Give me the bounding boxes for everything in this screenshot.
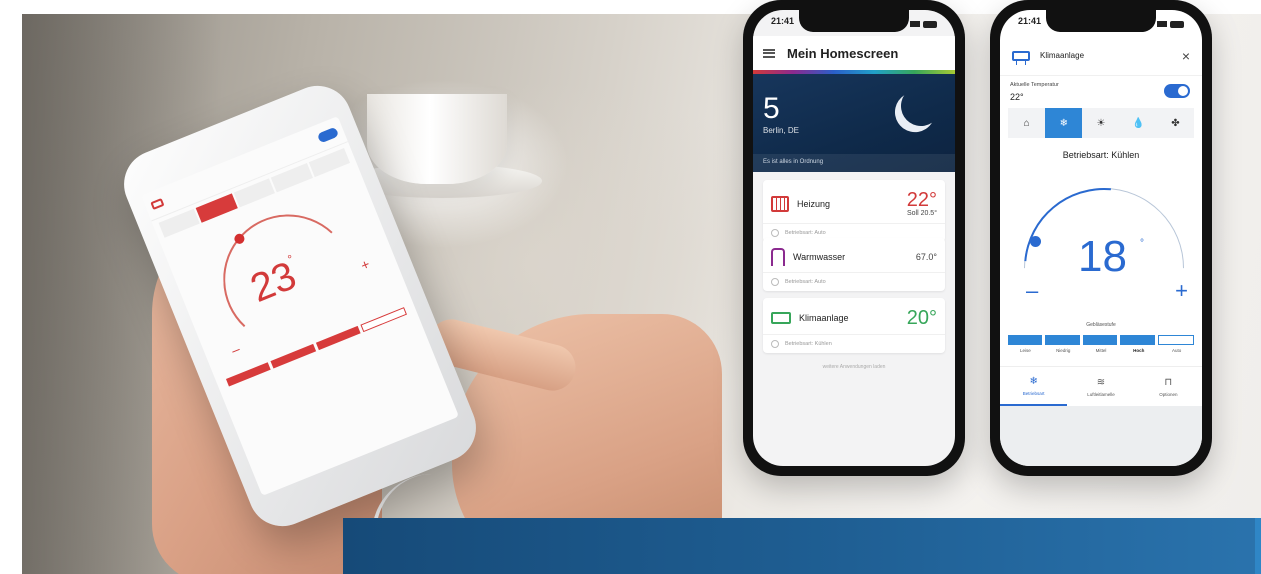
signal-icon <box>910 21 920 27</box>
dial-knob[interactable] <box>1030 236 1041 247</box>
status-time: 21:41 <box>771 16 795 26</box>
setpoint-unit: ° <box>1140 238 1144 249</box>
fan-level-label: Mittel <box>1095 348 1107 353</box>
fan-level-label: Auto <box>1171 348 1182 353</box>
current-temp-label: Aktuelle Temperatur <box>1010 82 1059 88</box>
notch <box>799 10 909 32</box>
snowflake-icon: ❄ <box>1029 375 1038 387</box>
card-heizung[interactable]: Heizung 22° Soll 20.5° Betriebsart: Auto <box>763 180 945 242</box>
fan-speed-label: Gebläsestufe <box>1086 322 1116 328</box>
klimaanlage-screen: 21:41 Klimaanlage × Aktuelle Temperatur … <box>1000 10 1202 466</box>
tab-label: Optionen <box>1159 391 1178 397</box>
card-name: Klimaanlage <box>799 313 849 323</box>
moon-icon <box>898 83 944 129</box>
status-time: 21:41 <box>1018 16 1042 26</box>
faucet-small-icon <box>771 278 779 286</box>
fan-level-bar[interactable] <box>1045 335 1080 345</box>
airflow-icon: ≋ <box>1096 376 1106 388</box>
system-status-note: Es ist alles in Ordnung <box>753 154 955 172</box>
battery-icon <box>1170 20 1184 28</box>
device-title: Klimaanlage <box>1040 51 1085 60</box>
close-icon[interactable]: × <box>1182 48 1190 64</box>
power-toggle[interactable] <box>316 126 339 143</box>
mode-selector: ⌂ ❄ ☀ 💧 ✤ <box>1008 108 1194 138</box>
card-setpoint: Soll 20.5° <box>906 210 937 217</box>
tab-betriebsart[interactable]: ❄ Betriebsart <box>1000 367 1068 406</box>
clock-icon <box>771 229 779 237</box>
fan-level-bar[interactable] <box>1157 335 1195 345</box>
homescreen-screen: 21:41 Mein Homescreen 5 Berlin, DE Es is… <box>753 10 955 466</box>
radiator-icon <box>771 195 789 212</box>
screen-bottom-area <box>1000 406 1202 466</box>
air-conditioner-icon <box>1012 50 1030 65</box>
weather-temperature: 5 <box>763 92 780 125</box>
air-conditioner-icon <box>771 312 791 324</box>
phone-homescreen: 21:41 Mein Homescreen 5 Berlin, DE Es is… <box>743 0 965 476</box>
tab-luftleitlamelle[interactable]: ≋ Luftleitlamelle <box>1067 367 1134 406</box>
ac-unit-icon: ⊓ <box>1164 376 1173 388</box>
status-icons <box>1157 16 1184 32</box>
mode-heat-icon[interactable]: ☀ <box>1082 108 1119 138</box>
increase-button[interactable]: + <box>358 256 372 274</box>
phone-klimaanlage: 21:41 Klimaanlage × Aktuelle Temperatur … <box>990 0 1212 476</box>
card-name: Warmwasser <box>793 252 846 262</box>
signal-icon <box>1157 21 1167 27</box>
notch <box>1046 10 1156 32</box>
card-status: Betriebsart: Kühlen <box>785 341 832 347</box>
tab-label: Betriebsart <box>1022 390 1045 396</box>
fan-icon <box>771 340 779 348</box>
fan-level-names: Leise Niedrig Mittel Hoch Auto <box>1008 348 1194 353</box>
tab-optionen[interactable]: ⊓ Optionen <box>1135 367 1202 406</box>
fan-level-bar[interactable] <box>1120 335 1155 345</box>
fan-level-label: Hoch <box>1133 348 1145 353</box>
app-bar: Mein Homescreen <box>753 36 955 70</box>
fan-bar[interactable] <box>270 344 316 369</box>
card-value: 67.0° <box>915 252 937 262</box>
load-more-link[interactable]: weitere Anwendungen laden <box>753 364 955 370</box>
blue-banner <box>343 518 1261 574</box>
card-name: Heizung <box>797 198 831 209</box>
bottom-tabs: ❄ Betriebsart ≋ Luftleitlamelle ⊓ Option… <box>1000 366 1202 406</box>
fan-level-bar[interactable] <box>1008 335 1043 345</box>
card-value: 22° <box>906 189 937 211</box>
ac-icon <box>150 197 165 210</box>
fan-speed-bars <box>1008 335 1195 345</box>
menu-icon[interactable] <box>763 48 775 58</box>
card-value: 20° <box>906 307 937 329</box>
mode-fan-icon[interactable]: ✤ <box>1157 108 1194 138</box>
card-klimaanlage[interactable]: Klimaanlage 20° Betriebsart: Kühlen <box>763 298 945 353</box>
power-toggle[interactable] <box>1164 84 1190 98</box>
tab-label: Luftleitlamelle <box>1087 391 1115 397</box>
faucet-icon <box>771 248 785 266</box>
current-temp-value: 22° <box>1010 92 1024 102</box>
weather-city: Berlin, DE <box>763 126 800 135</box>
status-icons <box>910 16 937 32</box>
coffee-cup-image <box>367 94 507 184</box>
mode-auto-icon[interactable]: ⌂ <box>1008 108 1045 138</box>
fan-level-label: Niedrig <box>1056 348 1071 353</box>
card-warmwasser[interactable]: Warmwasser 67.0° Betriebsart: Auto <box>763 238 945 291</box>
mode-cool-icon[interactable]: ❄ <box>1045 108 1083 138</box>
card-status: Betriebsart: Auto <box>785 279 826 285</box>
fan-level-bar[interactable] <box>1082 335 1118 345</box>
weather-widget: 5 Berlin, DE Es ist alles in Ordnung <box>753 74 955 172</box>
mode-dry-icon[interactable]: 💧 <box>1120 108 1157 138</box>
fan-bar[interactable] <box>225 362 271 387</box>
decrease-button[interactable]: – <box>229 340 242 358</box>
setpoint-value: 18 <box>1078 232 1127 281</box>
battery-icon <box>923 20 937 28</box>
card-status: Betriebsart: Auto <box>785 230 826 236</box>
decrease-button[interactable]: – <box>1026 278 1038 304</box>
fan-level-label: Leise <box>1020 348 1031 353</box>
page-title: Mein Homescreen <box>787 45 899 61</box>
increase-button[interactable]: + <box>1175 278 1188 304</box>
device-header: Klimaanlage × <box>1000 36 1202 76</box>
operating-mode-label: Betriebsart: Kühlen <box>1062 150 1140 160</box>
